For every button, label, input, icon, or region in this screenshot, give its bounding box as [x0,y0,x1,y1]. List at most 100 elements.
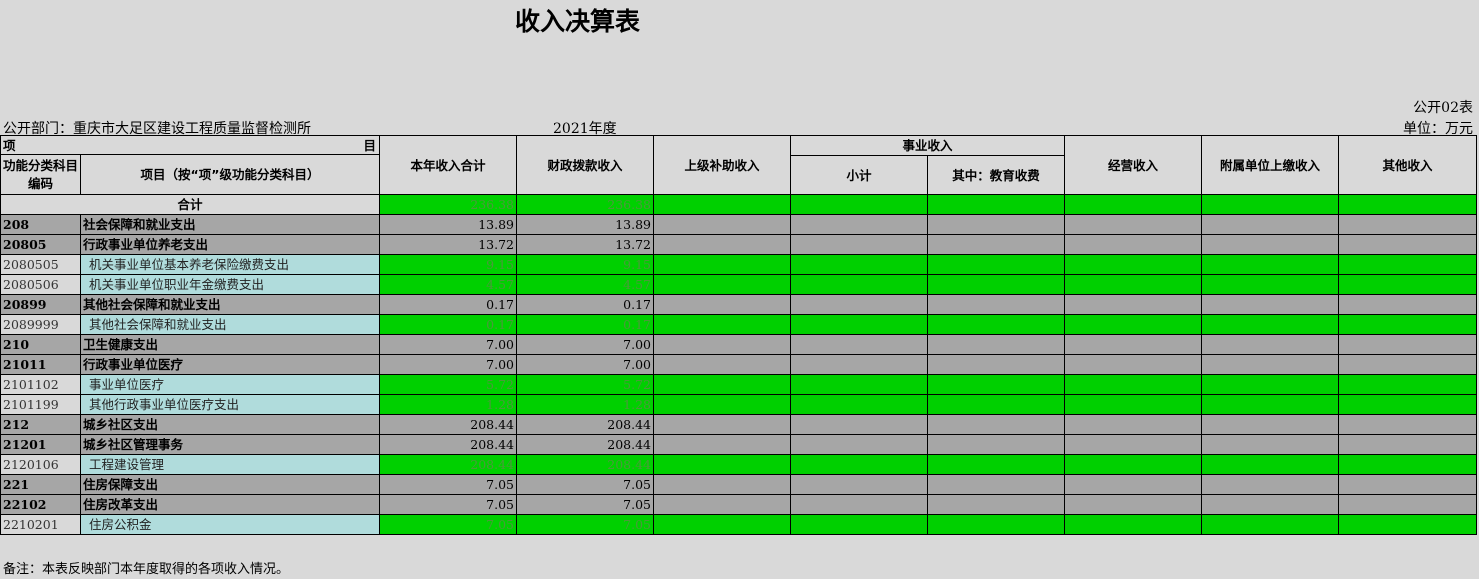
row-code: 208 [0,214,81,235]
superior-header: 上级补助收入 [653,135,791,195]
row-code: 22102 [0,494,81,515]
table-row: 221 住房保障支出 7.05 7.05 [0,474,1478,495]
row-education [926,414,1066,435]
row-operating [1064,474,1203,495]
row-education [926,474,1066,495]
row-name: 住房公积金 [80,514,380,535]
row-other [1338,314,1478,335]
row-total: 7.00 [379,354,517,375]
row-other [1338,274,1478,295]
row-fiscal: 208.44 [516,454,654,475]
row-subtotal [790,414,928,435]
table-row: 21201 城乡社区管理事务 208.44 208.44 [0,434,1478,455]
row-education [926,294,1066,315]
row-education [926,454,1066,475]
row-subtotal [790,514,928,535]
row-other [1338,454,1478,475]
row-other [1338,414,1478,435]
header-row-1: 项 目 本年收入合计 财政拨款收入 上级补助收入 事业收入 经营收入 附属单位上… [0,135,1478,195]
total-education [926,194,1066,215]
total-other [1338,194,1478,215]
xiang-mu-header: 项 目 [0,135,380,155]
row-fiscal: 7.00 [516,354,654,375]
row-superior [653,354,791,375]
row-code: 2080505 [0,254,81,275]
total-affiliated [1201,194,1340,215]
row-superior [653,374,791,395]
row-name: 其他社会保障和就业支出 [80,294,380,315]
row-education [926,354,1066,375]
row-operating [1064,434,1203,455]
table-row: 212 城乡社区支出 208.44 208.44 [0,414,1478,435]
table-row: 2101199 其他行政事业单位医疗支出 1.28 1.28 [0,394,1478,415]
row-code: 212 [0,414,81,435]
table-row: 20899 其他社会保障和就业支出 0.17 0.17 [0,294,1478,315]
name-header: 项目（按“项”级功能分类科目） [80,154,380,195]
mu-label: 目 [363,138,376,153]
row-subtotal [790,274,928,295]
row-fiscal: 7.05 [516,494,654,515]
total-operating [1064,194,1203,215]
row-education [926,274,1066,295]
row-superior [653,514,791,535]
row-education [926,374,1066,395]
row-total: 13.72 [379,234,517,255]
table-row: 210 卫生健康支出 7.00 7.00 [0,334,1478,355]
total-superior [653,194,791,215]
row-total: 5.72 [379,374,517,395]
total-header: 本年收入合计 [379,135,517,195]
row-education [926,514,1066,535]
row-code: 2210201 [0,514,81,535]
business-header: 事业收入 [789,135,1066,156]
row-subtotal [790,314,928,335]
row-other [1338,514,1478,535]
row-superior [653,454,791,475]
row-name: 工程建设管理 [80,454,380,475]
row-fiscal: 7.05 [516,474,654,495]
footnote: 备注：本表反映部门本年度取得的各项收入情况。 [3,562,290,577]
table-row: 2120106 工程建设管理 208.44 208.44 [0,454,1478,475]
row-subtotal [790,214,928,235]
row-education [926,234,1066,255]
row-operating [1064,254,1203,275]
income-table: 项 目 本年收入合计 财政拨款收入 上级补助收入 事业收入 经营收入 附属单位上… [0,135,1478,535]
row-superior [653,394,791,415]
row-subtotal [790,454,928,475]
fiscal-header: 财政拨款收入 [516,135,654,195]
row-affiliated [1201,494,1340,515]
row-superior [653,234,791,255]
row-fiscal: 0.17 [516,294,654,315]
row-operating [1064,234,1203,255]
row-total: 7.05 [379,474,517,495]
row-affiliated [1201,514,1340,535]
row-fiscal: 13.72 [516,234,654,255]
row-operating [1064,514,1203,535]
row-code: 2089999 [0,314,81,335]
row-education [926,314,1066,335]
row-education [926,394,1066,415]
row-total: 9.15 [379,254,517,275]
row-subtotal [790,434,928,455]
row-affiliated [1201,474,1340,495]
row-operating [1064,374,1203,395]
row-name: 住房改革支出 [80,494,380,515]
row-affiliated [1201,314,1340,335]
row-affiliated [1201,394,1340,415]
row-superior [653,314,791,335]
xiang-label: 项 [3,138,16,153]
row-education [926,254,1066,275]
row-total: 7.00 [379,334,517,355]
report-title: 收入决算表 [515,7,641,36]
row-education [926,494,1066,515]
row-subtotal [790,474,928,495]
row-operating [1064,214,1203,235]
row-total: 13.89 [379,214,517,235]
table-row: 2210201 住房公积金 7.05 7.05 [0,514,1478,535]
row-superior [653,334,791,355]
row-subtotal [790,394,928,415]
row-affiliated [1201,294,1340,315]
row-other [1338,214,1478,235]
row-superior [653,214,791,235]
row-superior [653,414,791,435]
row-operating [1064,314,1203,335]
